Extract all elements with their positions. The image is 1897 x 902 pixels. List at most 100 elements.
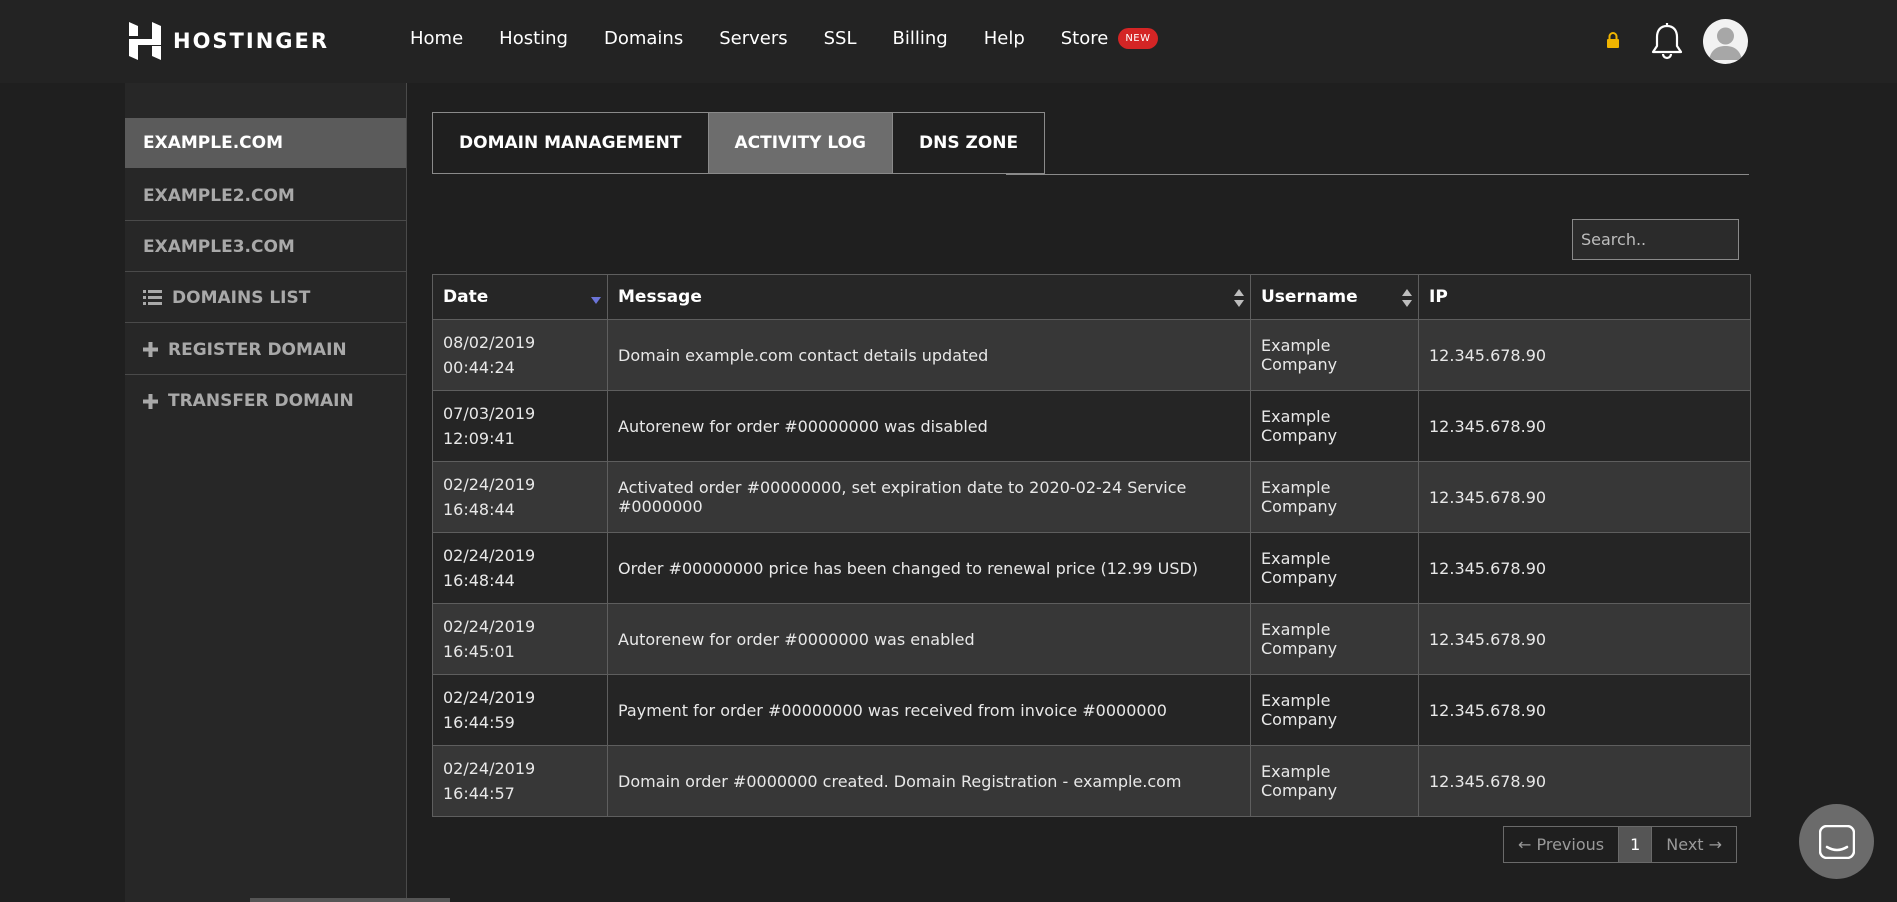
sidebar-item-register-domain[interactable]: REGISTER DOMAIN <box>125 325 406 375</box>
date-value: 02/24/2019 <box>443 617 536 636</box>
table-row[interactable]: 02/24/2019 16:48:44 Order #00000000 price… <box>432 532 1751 604</box>
ip-cell: 12.345.678.90 <box>1418 603 1751 675</box>
previous-page-button[interactable]: ← Previous <box>1504 827 1620 862</box>
sort-both-icon <box>1402 289 1412 307</box>
top-header: HOSTINGER Home Hosting Domains Servers S… <box>0 0 1897 83</box>
date-cell: 02/24/2019 16:44:57 <box>432 745 608 817</box>
message-cell: Order #00000000 price has been changed t… <box>607 532 1251 604</box>
table-row[interactable]: 02/24/2019 16:44:59 Payment for order #00… <box>432 674 1751 746</box>
sidebar-item-transfer-domain[interactable]: TRANSFER DOMAIN <box>125 376 406 426</box>
nav-help[interactable]: Help <box>984 28 1025 49</box>
date-cell: 02/24/2019 16:48:44 <box>432 461 608 533</box>
username-cell: Example Company <box>1250 390 1419 462</box>
nav-home[interactable]: Home <box>410 28 463 49</box>
username-cell: Example Company <box>1250 745 1419 817</box>
date-value: 02/24/2019 <box>443 546 536 565</box>
ip-cell: 12.345.678.90 <box>1418 319 1751 391</box>
column-header-label: Username <box>1261 287 1358 307</box>
date-cell: 02/24/2019 16:44:59 <box>432 674 608 746</box>
table-row[interactable]: 02/24/2019 16:45:01 Autorenew for order #… <box>432 603 1751 675</box>
message-cell: Autorenew for order #00000000 was disabl… <box>607 390 1251 462</box>
time-value: 16:44:57 <box>443 784 515 803</box>
sidebar-item-label: DOMAINS LIST <box>172 287 311 308</box>
ip-cell: 12.345.678.90 <box>1418 390 1751 462</box>
chat-launcher-button[interactable] <box>1799 804 1874 879</box>
date-cell: 02/24/2019 16:45:01 <box>432 603 608 675</box>
time-value: 00:44:24 <box>443 358 515 377</box>
hostinger-logo[interactable]: HOSTINGER <box>129 22 329 60</box>
nav-store[interactable]: Store <box>1061 28 1109 49</box>
ip-cell: 12.345.678.90 <box>1418 674 1751 746</box>
column-header-message[interactable]: Message <box>607 274 1251 320</box>
date-value: 07/03/2019 <box>443 404 536 423</box>
sidebar-item-label: EXAMPLE.COM <box>143 133 284 153</box>
nav-servers[interactable]: Servers <box>719 28 787 49</box>
date-value: 02/24/2019 <box>443 688 536 707</box>
table-row[interactable]: 07/03/2019 12:09:41 Autorenew for order #… <box>432 390 1751 462</box>
time-value: 16:48:44 <box>443 500 515 519</box>
tab-dns-zone[interactable]: DNS ZONE <box>893 113 1044 173</box>
username-cell: Example Company <box>1250 461 1419 533</box>
user-icon <box>1709 27 1742 60</box>
ip-cell: 12.345.678.90 <box>1418 745 1751 817</box>
search-input[interactable] <box>1572 219 1739 260</box>
lock-icon[interactable] <box>1606 32 1620 48</box>
date-cell: 02/24/2019 16:48:44 <box>432 532 608 604</box>
table-row[interactable]: 02/24/2019 16:48:44 Activated order #0000… <box>432 461 1751 533</box>
sidebar-item-example2-com[interactable]: EXAMPLE2.COM <box>125 171 406 221</box>
table-header-row: Date Message Username IP <box>432 274 1751 320</box>
column-header-label: Message <box>618 287 702 307</box>
sidebar-item-label: EXAMPLE2.COM <box>143 185 295 206</box>
user-avatar[interactable] <box>1703 19 1748 64</box>
tab-domain-management[interactable]: DOMAIN MANAGEMENT <box>433 113 709 173</box>
nav-hosting[interactable]: Hosting <box>499 28 568 49</box>
message-cell: Payment for order #00000000 was received… <box>607 674 1251 746</box>
time-value: 16:44:59 <box>443 713 515 732</box>
new-badge: NEW <box>1118 28 1158 49</box>
table-row[interactable]: 02/24/2019 16:44:57 Domain order #0000000… <box>432 745 1751 817</box>
list-icon <box>143 290 162 305</box>
sidebar-item-example-com[interactable]: EXAMPLE.COM <box>125 118 406 168</box>
time-value: 16:45:01 <box>443 642 515 661</box>
nav-ssl[interactable]: SSL <box>824 28 857 49</box>
sort-both-icon <box>1234 289 1244 307</box>
next-page-button[interactable]: Next → <box>1652 827 1736 862</box>
username-cell: Example Company <box>1250 319 1419 391</box>
time-value: 16:48:44 <box>443 571 515 590</box>
domain-tabs: DOMAIN MANAGEMENT ACTIVITY LOG DNS ZONE <box>432 112 1046 174</box>
bell-icon[interactable] <box>1650 22 1684 60</box>
sidebar-item-label: TRANSFER DOMAIN <box>168 391 354 411</box>
page-1-button[interactable]: 1 <box>1619 827 1653 862</box>
plus-icon <box>143 342 158 357</box>
horizontal-scrollbar[interactable] <box>250 898 450 902</box>
column-header-date[interactable]: Date <box>432 274 608 320</box>
column-header-username[interactable]: Username <box>1250 274 1419 320</box>
username-cell: Example Company <box>1250 674 1419 746</box>
column-header-label: Date <box>443 287 489 307</box>
ip-cell: 12.345.678.90 <box>1418 532 1751 604</box>
date-value: 02/24/2019 <box>443 759 536 778</box>
message-cell: Activated order #00000000, set expiratio… <box>607 461 1251 533</box>
table-row[interactable]: 08/02/2019 00:44:24 Domain example.com co… <box>432 319 1751 391</box>
column-header-ip[interactable]: IP <box>1418 274 1751 320</box>
sidebar-item-example3-com[interactable]: EXAMPLE3.COM <box>125 222 406 272</box>
sidebar-item-label: REGISTER DOMAIN <box>168 339 347 360</box>
hostinger-logo-icon <box>129 22 161 60</box>
chat-icon <box>1818 824 1855 859</box>
time-value: 12:09:41 <box>443 429 515 448</box>
column-header-label: IP <box>1429 287 1448 307</box>
plus-icon <box>143 393 158 409</box>
nav-domains[interactable]: Domains <box>604 28 683 49</box>
sort-desc-icon <box>591 297 601 304</box>
sidebar-item-domains-list[interactable]: DOMAINS LIST <box>125 273 406 323</box>
pagination: ← Previous 1 Next → <box>1503 826 1738 863</box>
date-cell: 07/03/2019 12:09:41 <box>432 390 608 462</box>
message-cell: Domain example.com contact details updat… <box>607 319 1251 391</box>
message-cell: Domain order #0000000 created. Domain Re… <box>607 745 1251 817</box>
tab-activity-log[interactable]: ACTIVITY LOG <box>708 113 893 173</box>
username-cell: Example Company <box>1250 532 1419 604</box>
nav-billing[interactable]: Billing <box>893 28 948 49</box>
tabs-divider <box>1006 174 1749 175</box>
date-value: 02/24/2019 <box>443 475 536 494</box>
logo-text: HOSTINGER <box>173 29 330 53</box>
